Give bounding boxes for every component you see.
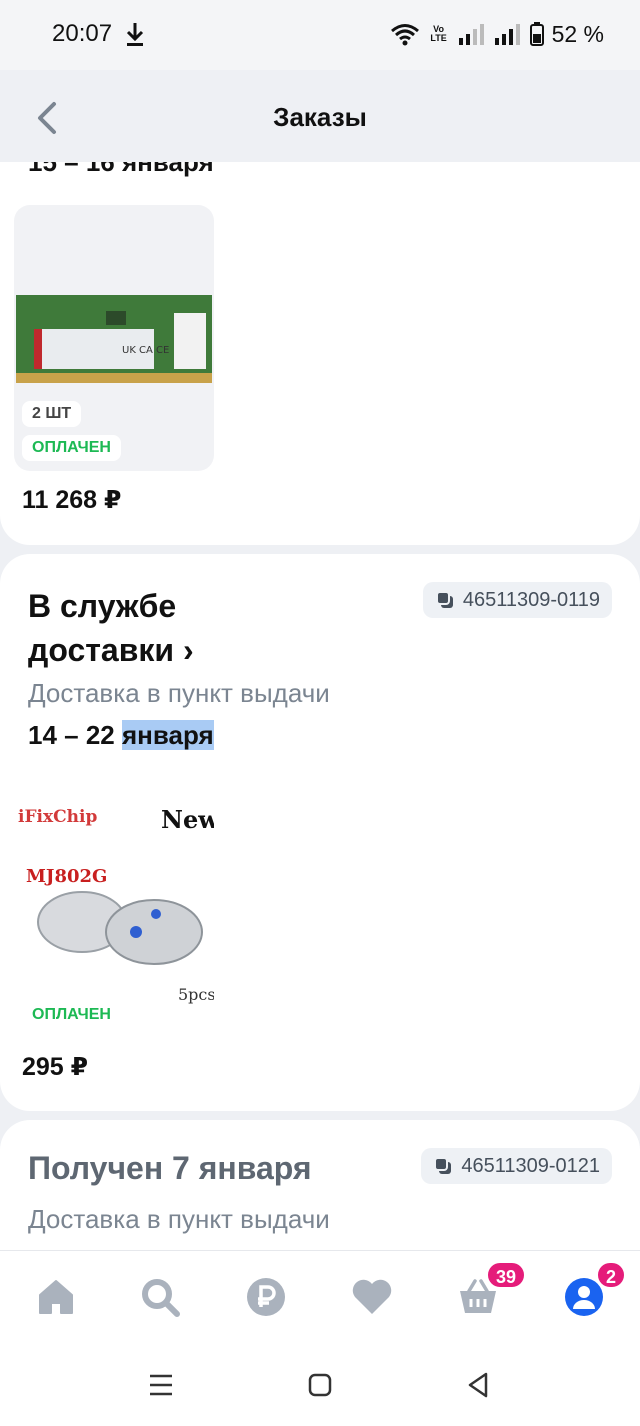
back-button-icon[interactable] bbox=[464, 1370, 494, 1400]
signal-icon-2 bbox=[494, 24, 520, 45]
order-card[interactable]: 15 – 16 января UK CA CE 2 ШТ ОПЛАЧЕН 11 … bbox=[0, 130, 640, 545]
copy-icon bbox=[435, 591, 453, 608]
home-icon[interactable] bbox=[34, 1275, 78, 1319]
transistor-image: iFixChip New MJ802G 5pcs bbox=[14, 772, 214, 1038]
new-text: New bbox=[161, 805, 214, 834]
ram-module-image: UK CA CE bbox=[16, 295, 212, 383]
home-button-icon[interactable] bbox=[305, 1370, 335, 1400]
volte-icon: Vo LTE bbox=[430, 24, 447, 43]
bottom-nav: 39 2 bbox=[0, 1250, 640, 1346]
status-time: 20:07 bbox=[52, 20, 113, 47]
order-card[interactable]: В службе доставки › 46511309-0119 Достав… bbox=[0, 554, 640, 1111]
order-number-chip[interactable]: 46511309-0121 bbox=[421, 1148, 612, 1184]
copy-icon bbox=[434, 1157, 452, 1174]
status-bar: 20:07 Vo LTE 52 % bbox=[0, 0, 640, 70]
product-thumbnail[interactable]: iFixChip New MJ802G 5pcs ОПЛАЧЕН bbox=[14, 772, 214, 1038]
status-icons: Vo LTE 52 % bbox=[390, 20, 604, 48]
search-icon[interactable] bbox=[138, 1275, 182, 1319]
pcs-text: 5pcs bbox=[178, 985, 214, 1004]
order-number-chip[interactable]: 46511309-0119 bbox=[422, 582, 612, 618]
heart-icon[interactable] bbox=[350, 1275, 394, 1319]
app-header: Заказы bbox=[0, 70, 640, 162]
payment-status-badge: ОПЛАЧЕН bbox=[22, 1002, 121, 1028]
delivery-type: Доставка в пункт выдачи bbox=[28, 678, 330, 708]
order-status-title: Получен 7 января bbox=[28, 1150, 312, 1186]
order-price: 11 268 ₽ bbox=[22, 486, 122, 514]
part-number-text: MJ802G bbox=[26, 866, 107, 887]
payment-status-badge: ОПЛАЧЕН bbox=[22, 435, 121, 461]
signal-icon bbox=[458, 24, 484, 45]
order-status-link[interactable]: В службе доставки › bbox=[28, 584, 268, 672]
battery-percent: 52 % bbox=[551, 20, 604, 47]
chevron-right-icon: › bbox=[182, 632, 194, 668]
quantity-badge: 2 ШТ bbox=[22, 401, 82, 427]
order-number: 46511309-0121 bbox=[461, 1154, 600, 1177]
battery-icon bbox=[529, 22, 544, 46]
download-icon bbox=[126, 23, 144, 46]
selected-text: января bbox=[121, 720, 214, 750]
svg-text:UK CA CE: UK CA CE bbox=[122, 345, 169, 356]
recent-apps-icon[interactable] bbox=[146, 1370, 176, 1400]
page-title: Заказы bbox=[273, 102, 367, 132]
order-number: 46511309-0119 bbox=[462, 588, 600, 611]
wifi-icon bbox=[390, 24, 419, 46]
delivery-dates: 14 – 22 января bbox=[28, 720, 214, 750]
order-price: 295 ₽ bbox=[22, 1053, 89, 1081]
system-nav-bar bbox=[0, 1346, 640, 1426]
cart-badge: 39 bbox=[486, 1261, 527, 1289]
brand-text: iFixChip bbox=[18, 807, 97, 827]
product-thumbnail[interactable]: UK CA CE 2 ШТ ОПЛАЧЕН bbox=[14, 205, 214, 471]
profile-badge: 2 bbox=[596, 1261, 627, 1289]
delivery-type: Доставка в пункт выдачи bbox=[28, 1204, 330, 1234]
ruble-icon[interactable] bbox=[244, 1275, 288, 1319]
